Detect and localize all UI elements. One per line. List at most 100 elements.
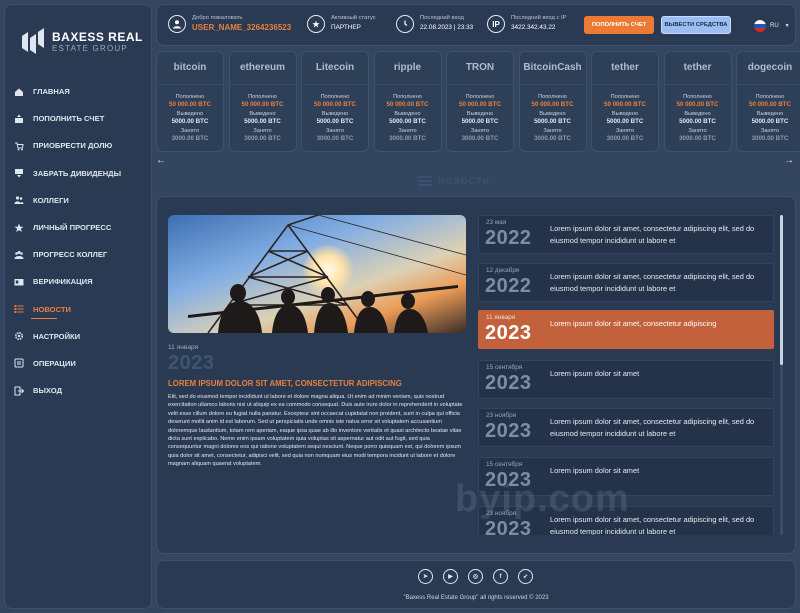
- borrowed-value: 3000.00 BTC: [389, 135, 426, 142]
- borrowed-value: 3000.00 BTC: [461, 135, 499, 142]
- carousel-next-arrow-icon[interactable]: →: [768, 156, 794, 166]
- deposited-label: Пополнено: [755, 94, 785, 100]
- news-year: 2023: [485, 420, 532, 442]
- sidebar-item-6[interactable]: ЛИЧНЫЙ ПРОГРЕСС: [4, 214, 152, 241]
- star-icon: [14, 223, 24, 233]
- withdrawn-label: Выведено: [176, 111, 204, 117]
- clock-icon: [396, 15, 414, 33]
- sidebar-item-9[interactable]: НОВОСТИ: [4, 296, 152, 323]
- coin-logo: BitcoinCash: [518, 51, 587, 85]
- telegram-icon[interactable]: ➤: [418, 569, 433, 584]
- logo-mark-icon: [22, 28, 44, 54]
- russia-flag-icon: [754, 20, 766, 32]
- sidebar-item-label: ГЛАВНАЯ: [33, 87, 70, 97]
- sidebar-item-12[interactable]: ВЫХОД: [4, 377, 152, 404]
- borrowed-label: Занято: [398, 128, 417, 134]
- crypto-card[interactable]: Litecoin Пополнено 50 000.00 BTC Выведено 50…: [301, 51, 369, 152]
- borrowed-value: 3000.00 BTC: [316, 135, 354, 142]
- borrowed-value: 3000.00 BTC: [679, 135, 716, 142]
- article-headline: LOREM IPSUM DOLOR SIT AMET, CONSECTETUR …: [168, 379, 402, 388]
- chevron-down-icon: ▼: [784, 23, 790, 29]
- crypto-card[interactable]: TRON Пополнено 50 000.00 BTC Выведено 5000.0…: [446, 51, 514, 152]
- sidebar-item-8[interactable]: ВЕРИФИКАЦИЯ: [4, 268, 152, 295]
- news-item[interactable]: 12 декабря 2022 Lorem ipsum dolor sit amet…: [478, 263, 774, 302]
- withdraw-button[interactable]: ВЫВЕСТИ СРЕДСТВА: [661, 16, 731, 34]
- article-year: 2023: [168, 352, 215, 374]
- news-scrollbar[interactable]: [780, 215, 783, 535]
- sidebar-item-5[interactable]: КОЛЛЕГИ: [4, 187, 152, 214]
- home-icon: [14, 87, 24, 97]
- scrollbar-thumb[interactable]: [780, 215, 783, 365]
- sidebar-item-4[interactable]: ЗАБРАТЬ ДИВИДЕНДЫ: [4, 160, 152, 187]
- article-image: [168, 215, 466, 333]
- news-title: Lorem ipsum dolor sit amet, consectetur …: [550, 417, 755, 438]
- telegram-channel-icon[interactable]: ➶: [518, 569, 533, 584]
- top-bar: Добро пожаловать USER_NAME_3264236523 ★ …: [156, 4, 796, 46]
- last-login-value: 22.08.2023 | 23:33: [420, 24, 474, 31]
- crypto-card[interactable]: ethereum Пополнено 50 000.00 BTC Выведено 50…: [228, 51, 297, 152]
- deposited-value: 50 000.00 BTC: [604, 101, 646, 108]
- sidebar-item-11[interactable]: ОПЕРАЦИИ: [4, 350, 152, 377]
- coin-logo: ripple: [373, 51, 442, 85]
- last-login-label: Последний вход: [420, 15, 464, 21]
- crypto-card[interactable]: tether Пополнено 50 000.00 BTC Выведено 5000…: [663, 51, 732, 152]
- sidebar-item-2[interactable]: ПОПОЛНИТЬ СЧЕТ: [4, 105, 152, 132]
- news-item[interactable]: 23 ноября 2023 Lorem ipsum dolor sit amet,…: [478, 408, 774, 447]
- watermark: byip.com: [455, 478, 630, 520]
- news-icon: [14, 304, 24, 314]
- brand-logo[interactable]: BAXESS REAL ESTATE GROUP: [20, 26, 144, 60]
- sidebar-item-1[interactable]: ГЛАВНАЯ: [4, 78, 152, 105]
- borrowed-label: Занято: [325, 128, 345, 134]
- withdrawn-value: 5000.00 BTC: [461, 118, 499, 125]
- news-title: Lorem ipsum dolor sit amet: [550, 369, 640, 378]
- star-icon: ★: [307, 15, 325, 33]
- users-icon: [14, 195, 24, 205]
- sidebar-item-label: ПОПОЛНИТЬ СЧЕТ: [33, 114, 105, 124]
- instagram-icon[interactable]: ◎: [468, 569, 483, 584]
- facebook-icon[interactable]: f: [493, 569, 508, 584]
- youtube-icon[interactable]: ▶: [443, 569, 458, 584]
- news-year: 2023: [485, 322, 532, 344]
- news-item[interactable]: 23 мая 2022 Lorem ipsum dolor sit amet, co…: [478, 215, 774, 254]
- coin-logo: Litecoin: [301, 51, 369, 85]
- withdrawn-label: Выведено: [466, 111, 494, 117]
- withdrawn-value: 5000.00 BTC: [606, 118, 644, 125]
- withdrawn-label: Выведено: [249, 111, 276, 117]
- borrowed-label: Занято: [253, 128, 272, 134]
- deposited-label: Пополнено: [393, 94, 422, 100]
- gear-icon: [14, 331, 24, 341]
- sidebar-item-7[interactable]: ПРОГРЕСС КОЛЛЕГ: [4, 241, 152, 268]
- sidebar-item-3[interactable]: ПРИОБРЕСТИ ДОЛЮ: [4, 132, 152, 159]
- news-year: 2023: [485, 372, 532, 394]
- crypto-card[interactable]: BitcoinCash Пополнено 50 000.00 BTC Выведен…: [518, 51, 587, 152]
- withdrawn-value: 5000.00 BTC: [751, 118, 789, 125]
- sidebar-nav: ГЛАВНАЯ ПОПОЛНИТЬ СЧЕТ ПРИОБРЕСТИ ДОЛЮ ЗАБР…: [4, 78, 152, 404]
- borrowed-label: Занято: [543, 128, 562, 134]
- news-icon: [418, 176, 432, 186]
- language-selector[interactable]: RU ▼: [754, 19, 790, 33]
- crypto-card[interactable]: tether Пополнено 50 000.00 BTC Выведено 5000…: [591, 51, 659, 152]
- deposited-value: 50 000.00 BTC: [749, 101, 791, 108]
- sidebar-item-10[interactable]: НАСТРОЙКИ: [4, 323, 152, 350]
- withdrawn-label: Выведено: [684, 111, 711, 117]
- carousel-prev-arrow-icon[interactable]: ←: [156, 156, 182, 166]
- deposit-button[interactable]: ПОПОЛНИТЬ СЧЕТ: [584, 16, 654, 34]
- deposited-value: 50 000.00 BTC: [676, 101, 719, 108]
- deposited-label: Пополнено: [320, 94, 350, 100]
- crypto-card[interactable]: dogecoin Пополнено 50 000.00 BTC Выведено 50…: [736, 51, 800, 152]
- borrowed-label: Занято: [615, 128, 635, 134]
- workers-tower-illustration: [188, 215, 466, 333]
- deposited-value: 50 000.00 BTC: [241, 101, 284, 108]
- crypto-card[interactable]: ripple Пополнено 50 000.00 BTC Выведено 5000…: [373, 51, 442, 152]
- user-icon: [168, 15, 186, 33]
- withdrawn-label: Выведено: [394, 111, 421, 117]
- sidebar-item-label: НАСТРОЙКИ: [33, 331, 81, 341]
- crypto-card[interactable]: bitcoin Пополнено 50 000.00 BTC Выведено 500…: [156, 51, 224, 152]
- deposited-label: Пополнено: [683, 94, 712, 100]
- news-item[interactable]: 15 сентября 2023 Lorem ipsum dolor sit ame…: [478, 360, 774, 399]
- news-item[interactable]: 11 января 2023 Lorem ipsum dolor sit amet,…: [478, 310, 774, 349]
- footer: ➤ ▶ ◎ f ➶ "Baxess Real Estate Group" all rig…: [156, 560, 796, 609]
- deposited-label: Пополнено: [248, 94, 277, 100]
- news-day: 23 ноября: [486, 412, 517, 419]
- sidebar-item-label: ПРОГРЕСС КОЛЛЕГ: [33, 250, 108, 260]
